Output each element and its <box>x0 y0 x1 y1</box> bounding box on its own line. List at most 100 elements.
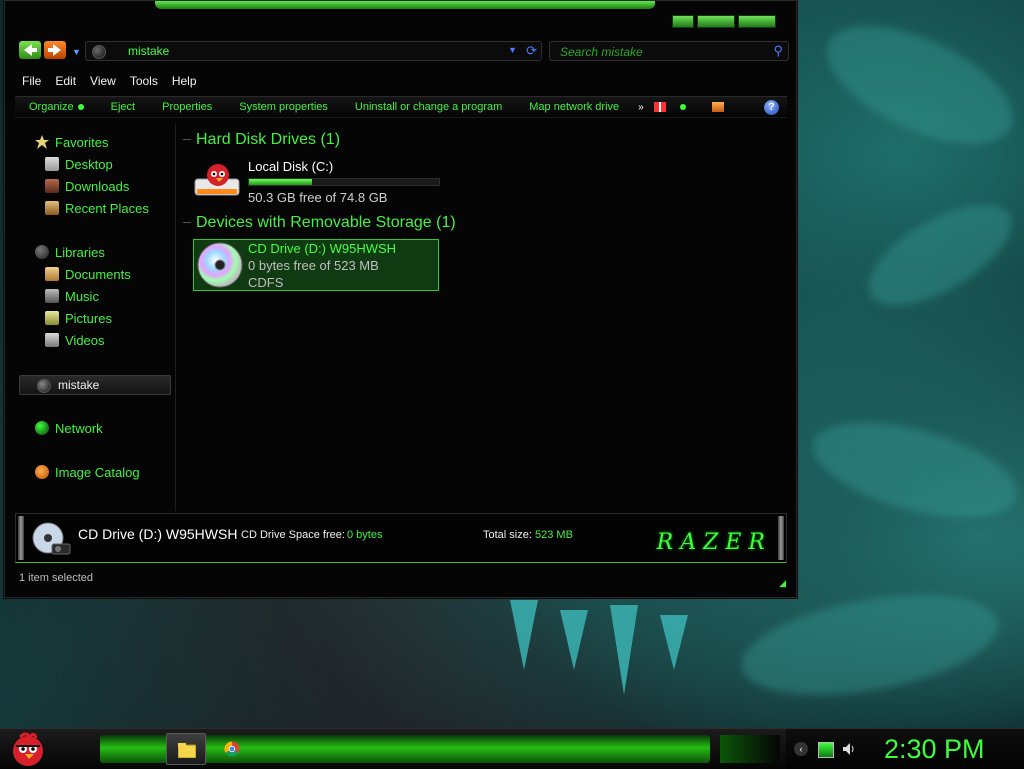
star-icon <box>35 135 49 149</box>
cd-drive-detail-icon <box>32 522 71 555</box>
properties-button[interactable]: Properties <box>148 101 225 113</box>
music-icon <box>45 289 59 303</box>
hard-disk-group-label: Hard Disk Drives (1) <box>196 131 341 148</box>
view-options-icon[interactable] <box>653 102 666 112</box>
chrome-icon <box>224 741 240 757</box>
cd-disc-icon <box>197 242 243 288</box>
computer-orb-icon <box>37 379 51 393</box>
videos-label: Videos <box>65 333 105 348</box>
local-disk-free-space: 50.3 GB free of 74.8 GB <box>248 190 388 205</box>
back-button[interactable] <box>19 41 41 59</box>
close-button[interactable] <box>738 15 776 28</box>
address-dropdown-icon[interactable]: ▼ <box>508 45 517 55</box>
drive-orb-icon <box>92 45 106 59</box>
clock[interactable]: 2:30 PM <box>884 734 985 765</box>
menu-help[interactable]: Help <box>165 71 204 91</box>
details-left-cap <box>18 516 24 560</box>
resize-grip-icon[interactable]: ◢ <box>779 578 786 589</box>
sidebar-item-desktop[interactable]: Desktop <box>45 157 113 172</box>
address-bar[interactable]: mistake ▼ ⟳ <box>85 41 542 61</box>
map-network-drive-button[interactable]: Map network drive <box>515 101 632 113</box>
status-bar-text: 1 item selected <box>19 572 93 584</box>
navigation-bar: ▼ mistake ▼ ⟳ Search mistake ⚲ <box>17 41 789 63</box>
pictures-label: Pictures <box>65 311 112 326</box>
mistake-label: mistake <box>58 378 100 392</box>
taskbar-explorer-button[interactable] <box>166 733 206 765</box>
system-properties-button[interactable]: System properties <box>225 101 341 113</box>
maximize-button[interactable] <box>697 15 735 28</box>
desktop-icon <box>45 157 59 171</box>
search-placeholder: Search mistake <box>560 45 643 59</box>
documents-label: Documents <box>65 267 131 282</box>
documents-icon <box>45 267 59 281</box>
details-total-label: Total size: <box>483 529 532 541</box>
sidebar-item-pictures[interactable]: Pictures <box>45 311 112 326</box>
recent-places-label: Recent Places <box>65 201 149 216</box>
cd-drive-free-space: 0 bytes free of 523 MB <box>248 258 379 273</box>
preview-pane-icon[interactable] <box>711 102 724 112</box>
downloads-label: Downloads <box>65 179 130 194</box>
sidebar-item-libraries[interactable]: Libraries <box>35 245 105 260</box>
search-box[interactable]: Search mistake ⚲ <box>549 41 789 61</box>
recent-places-icon <box>45 201 59 215</box>
razer-logo: RAZER <box>656 530 772 555</box>
refresh-icon[interactable]: ⟳ <box>526 43 537 59</box>
sidebar-item-mistake[interactable]: mistake <box>19 375 171 395</box>
image-catalog-icon <box>35 465 49 479</box>
menu-tools[interactable]: Tools <box>123 71 165 91</box>
libraries-icon <box>35 245 49 259</box>
group-collapse-icon <box>183 139 191 141</box>
search-icon[interactable]: ⚲ <box>773 43 783 59</box>
menu-edit[interactable]: Edit <box>48 71 83 91</box>
menu-view[interactable]: View <box>83 71 123 91</box>
details-space-value: 0 bytes <box>347 529 383 541</box>
organize-label: Organize <box>29 101 74 113</box>
taskbar-chrome-button[interactable] <box>212 733 252 765</box>
sidebar-item-image-catalog[interactable]: Image Catalog <box>35 465 140 480</box>
system-tray: ‹ 2:30 PM <box>786 729 1024 769</box>
details-space-label: CD Drive Space free: <box>241 529 345 541</box>
network-status-icon[interactable] <box>818 742 834 758</box>
group-collapse-icon <box>183 222 191 224</box>
minimize-button[interactable] <box>672 15 694 28</box>
back-arrow-icon <box>24 44 37 56</box>
menu-file[interactable]: File <box>15 71 48 91</box>
angry-bird-drive-icon <box>194 164 240 196</box>
sidebar-item-recent-places[interactable]: Recent Places <box>45 201 149 216</box>
eject-button[interactable]: Eject <box>97 101 148 113</box>
file-list: Hard Disk Drives (1) Local Disk (C:) 50.… <box>177 123 787 511</box>
uninstall-program-button[interactable]: Uninstall or change a program <box>341 101 515 113</box>
sidebar-item-music[interactable]: Music <box>45 289 99 304</box>
organize-dropdown-icon <box>77 104 84 111</box>
help-button[interactable]: ? <box>764 99 779 115</box>
sidebar-item-downloads[interactable]: Downloads <box>45 179 129 194</box>
local-disk-usage-fill <box>249 179 312 185</box>
taskbar: ‹ 2:30 PM <box>0 728 1024 769</box>
network-icon <box>35 421 49 435</box>
taskbar-glow-fade <box>720 735 780 763</box>
organize-button[interactable]: Organize <box>15 101 97 113</box>
forward-button[interactable] <box>44 41 66 59</box>
sidebar-item-videos[interactable]: Videos <box>45 333 105 348</box>
image-catalog-label: Image Catalog <box>55 465 140 480</box>
menu-bar: File Edit View Tools Help <box>15 71 204 91</box>
local-disk-usage-bar <box>248 178 440 186</box>
local-disk-c[interactable]: Local Disk (C:) 50.3 GB free of 74.8 GB <box>193 159 440 211</box>
sidebar-item-favorites[interactable]: Favorites <box>35 135 108 150</box>
sidebar-item-documents[interactable]: Documents <box>45 267 131 282</box>
desktop-label: Desktop <box>65 157 113 172</box>
cd-drive-d[interactable]: CD Drive (D:) W95HWSH 0 bytes free of 52… <box>193 239 439 291</box>
group-header-hard-disks[interactable]: Hard Disk Drives (1) <box>183 131 340 149</box>
videos-icon <box>45 333 59 347</box>
more-commands-button[interactable]: » <box>638 102 644 113</box>
sidebar-item-network[interactable]: Network <box>35 421 103 436</box>
view-dropdown-icon[interactable] <box>679 104 686 110</box>
volume-icon[interactable] <box>842 742 856 756</box>
show-hidden-icons-chevron-icon[interactable]: ‹ <box>794 742 808 756</box>
local-disk-name: Local Disk (C:) <box>248 159 334 174</box>
details-total-value: 523 MB <box>535 529 573 541</box>
explorer-window: ▼ mistake ▼ ⟳ Search mistake ⚲ File Edit… <box>4 0 797 598</box>
start-button[interactable] <box>8 729 48 769</box>
recent-pages-chevron-icon[interactable]: ▼ <box>72 47 81 57</box>
group-header-removable[interactable]: Devices with Removable Storage (1) <box>183 214 456 232</box>
